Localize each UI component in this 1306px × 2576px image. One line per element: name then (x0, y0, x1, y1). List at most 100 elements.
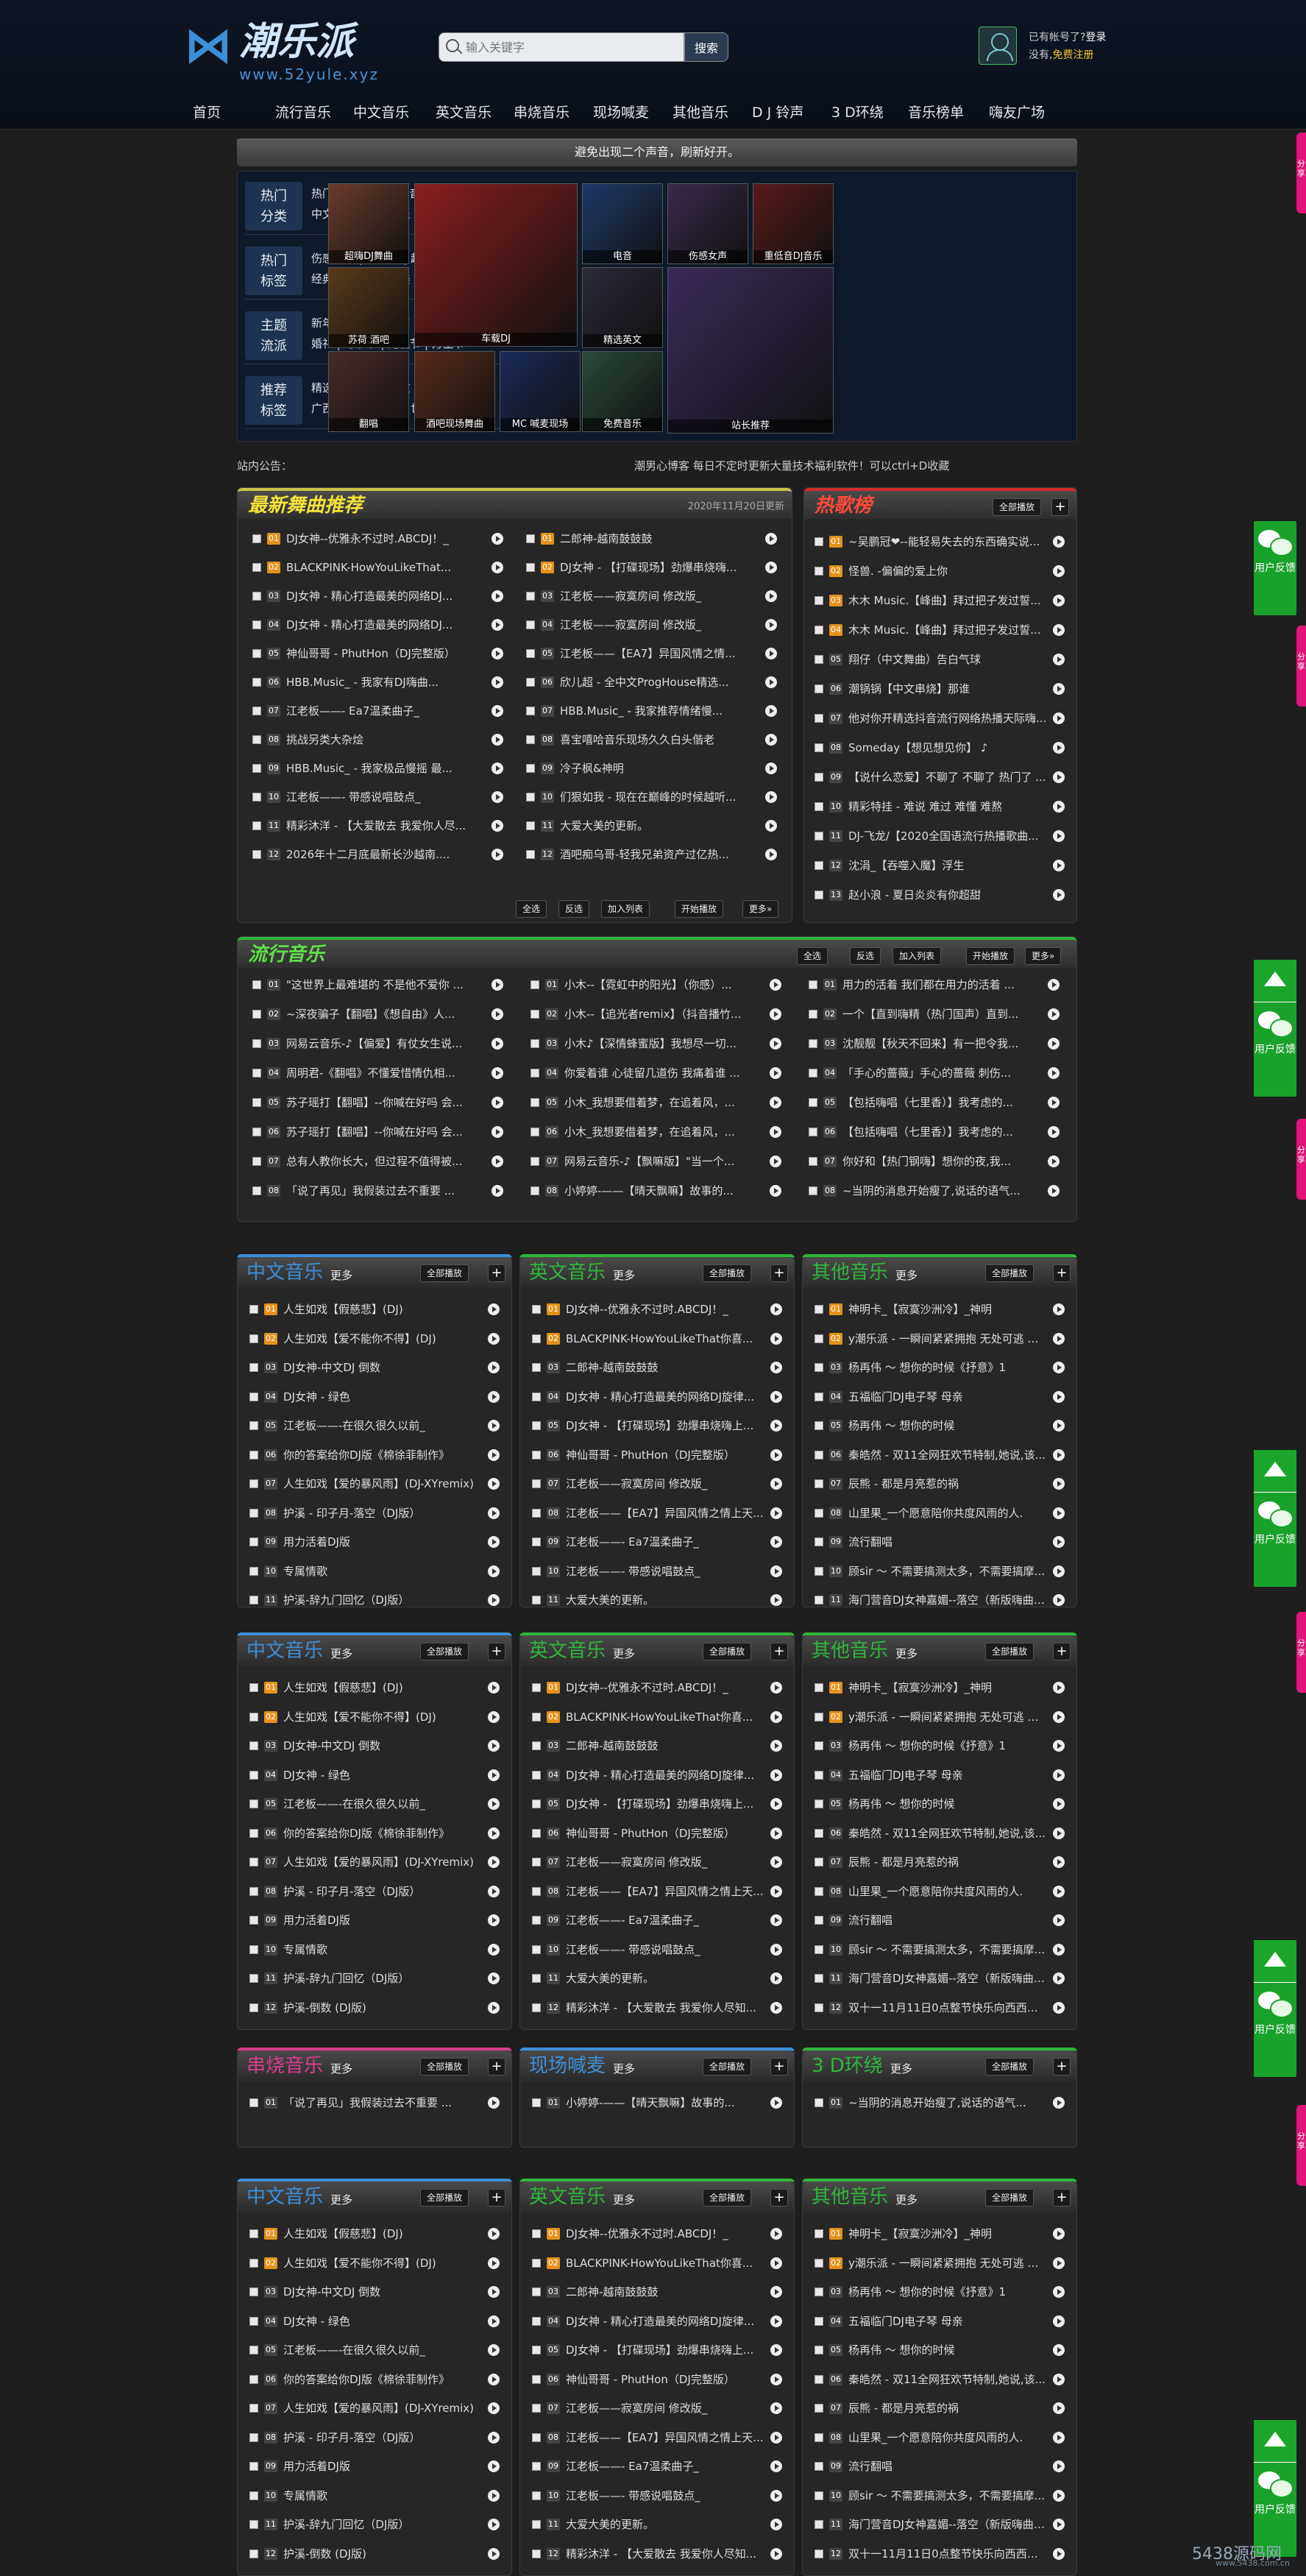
song-title[interactable]: 挑战另类大杂烩 (286, 729, 486, 751)
song-title[interactable]: DJ女神 - 【打碟现场】劲爆串烧嗨上... (566, 2339, 764, 2361)
song-checkbox[interactable] (530, 1186, 539, 1195)
play-icon[interactable] (1053, 1885, 1065, 1897)
song-row[interactable]: 11 海门营音DJ女神嘉媚--落空（新版嗨曲-... (815, 1589, 1068, 1607)
song-checkbox[interactable] (815, 596, 823, 605)
play-icon[interactable] (488, 1478, 500, 1490)
song-checkbox[interactable] (526, 821, 535, 830)
song-checkbox[interactable] (815, 1683, 823, 1692)
section-add[interactable]: + (488, 2058, 505, 2076)
song-row[interactable]: 09 用力活着DJ版 (249, 2455, 503, 2477)
play-icon[interactable] (770, 2402, 782, 2414)
play-icon[interactable] (1053, 860, 1065, 871)
song-checkbox[interactable] (532, 1741, 541, 1750)
song-title[interactable]: 大爱大美的更新。 (566, 2513, 764, 2536)
song-checkbox[interactable] (530, 1128, 539, 1136)
song-checkbox[interactable] (252, 764, 261, 773)
section-title[interactable]: 英文音乐 (529, 2184, 606, 2209)
song-checkbox[interactable] (809, 1069, 817, 1078)
play-icon[interactable] (1053, 1420, 1065, 1432)
song-title[interactable]: 人生如戏【爱的暴风雨】(DJ-XYremix) (283, 1851, 482, 1873)
song-row[interactable]: 04 江老板——寂寞房间 修改版_ (526, 614, 780, 636)
play-icon[interactable] (488, 1827, 500, 1839)
song-row[interactable]: 05 杨再伟 ～ 想你的时候 (815, 1415, 1068, 1437)
song-checkbox[interactable] (815, 1770, 823, 1780)
song-title[interactable]: 杨再伟 ～ 想你的时候 (848, 1793, 1047, 1815)
song-title[interactable]: y潮乐派 - 一瞬间紧紧拥抱 无处可逃 一... (848, 1328, 1047, 1350)
share-tab[interactable]: 分享 (1296, 132, 1306, 213)
song-row[interactable]: 04 DJ女神 - 绿色 (249, 2310, 503, 2332)
song-row[interactable]: 02 y潮乐派 - 一瞬间紧紧拥抱 无处可逃 一... (815, 1328, 1068, 1350)
song-row[interactable]: 12 护溪-倒数 (DJ版) (249, 2543, 503, 2565)
play-icon[interactable] (770, 1914, 782, 1926)
song-title[interactable]: 翔仔（中文舞曲）告白气球 (848, 648, 1047, 670)
song-title[interactable]: 神仙哥哥 - PhutHon（DJ完整版） (286, 643, 486, 665)
album-tile[interactable]: 车载DJ (414, 183, 578, 347)
play-icon[interactable] (1048, 1097, 1060, 1108)
song-checkbox[interactable] (249, 1305, 258, 1314)
song-row[interactable]: 06 欣儿超 - 全中文ProgHouse精选... (526, 671, 780, 693)
register-link[interactable]: 免费注册 (1052, 49, 1093, 61)
song-checkbox[interactable] (532, 1770, 541, 1780)
play-icon[interactable] (770, 1362, 782, 1373)
song-row[interactable]: 07 江老板——寂寞房间 修改版_ (532, 1851, 785, 1873)
song-row[interactable]: 07 HBB.Music_ - 我家推荐情绪慢... (526, 700, 780, 722)
song-title[interactable]: 双十一11月11日0点整节快乐向西西河... (848, 1997, 1047, 2019)
song-row[interactable]: 04 DJ女神 - 精心打造最美的网络DJ旋律... (532, 2310, 785, 2332)
section-title[interactable]: 其他音乐 (812, 1260, 888, 1285)
song-row[interactable]: 04 五福临门DJ电子琴 母亲 (815, 2310, 1068, 2332)
song-row[interactable]: 11 精彩沐洋 - 【大爱散去 我爱你人尽... (252, 815, 506, 837)
play-icon[interactable] (765, 619, 777, 631)
song-checkbox[interactable] (526, 707, 535, 715)
song-row[interactable]: 03 DJ女神-中文DJ 倒数 (249, 1356, 503, 1379)
song-row[interactable]: 11 DJ-飞龙/【2020全国语流行热播歌曲... (815, 825, 1068, 847)
song-title[interactable]: 人生如戏【爱不能你不得】(DJ) (283, 1706, 482, 1728)
song-row[interactable]: 05 DJ女神 - 【打碟现场】劲爆串烧嗨上... (532, 1793, 785, 1815)
song-title[interactable]: 人生如戏【爱的暴风雨】(DJ-XYremix) (283, 2397, 482, 2419)
song-checkbox[interactable] (815, 2404, 823, 2413)
album-tile[interactable]: 超嗨DJ舞曲 (328, 183, 409, 264)
song-checkbox[interactable] (249, 1392, 258, 1401)
song-checkbox[interactable] (815, 1974, 823, 1983)
popular-action-4[interactable]: 更多» (1025, 947, 1062, 965)
play-icon[interactable] (1053, 830, 1065, 842)
song-title[interactable]: y潮乐派 - 一瞬间紧紧拥抱 无处可逃 一... (848, 1706, 1047, 1728)
song-row[interactable]: 03 杨再伟 ～ 想你的时候《抒意》1 (815, 1356, 1068, 1379)
song-row[interactable]: 01 DJ女神--优雅永不过时.ABCDJ！_ (532, 2223, 785, 2245)
play-icon[interactable] (488, 1943, 500, 1956)
song-title[interactable]: 专属情歌 (283, 1939, 482, 1961)
song-checkbox[interactable] (252, 1069, 261, 1078)
song-checkbox[interactable] (532, 1450, 541, 1459)
song-row[interactable]: 04 DJ女神 - 绿色 (249, 1386, 503, 1408)
play-icon[interactable] (1053, 2344, 1065, 2356)
song-title[interactable]: 山里果_一个愿意陪你共度风雨的人. (848, 2427, 1047, 2449)
song-row[interactable]: 07 辰熊 - 都是月亮惹的祸 (815, 1851, 1068, 1873)
song-row[interactable]: 02 小木--【追光者remix】（抖音播竹... (530, 1003, 784, 1025)
song-row[interactable]: 04 木木 Music.【峰曲】拜过把子发过誓... (815, 619, 1068, 641)
song-checkbox[interactable] (809, 1157, 817, 1166)
song-title[interactable]: 江老板——- 带感说唱鼓点_ (286, 786, 486, 808)
song-checkbox[interactable] (815, 2003, 823, 2012)
song-title[interactable]: DJ女神-中文DJ 倒数 (283, 1735, 482, 1757)
song-title[interactable]: 人生如戏【爱不能你不得】(DJ) (283, 2252, 482, 2274)
song-checkbox[interactable] (252, 678, 261, 687)
song-row[interactable]: 08 山里果_一个愿意陪你共度风雨的人. (815, 1502, 1068, 1524)
song-row[interactable]: 06 神仙哥哥 - PhutHon（DJ完整版） (532, 2368, 785, 2391)
song-title[interactable]: DJ女神--优雅永不过时.ABCDJ！_ (566, 1298, 764, 1320)
song-checkbox[interactable] (249, 2491, 258, 2500)
song-title[interactable]: BLACKPINK-HowYouLikeThat你喜... (566, 1328, 764, 1350)
song-row[interactable]: 06 神仙哥哥 - PhutHon（DJ完整版） (532, 1822, 785, 1844)
play-icon[interactable] (1048, 1126, 1060, 1138)
song-checkbox[interactable] (815, 2462, 823, 2471)
song-row[interactable]: 03 沈靓靓【秋天不回来】有一把令我... (809, 1033, 1062, 1055)
song-checkbox[interactable] (815, 655, 823, 664)
song-title[interactable]: 海门营音DJ女神嘉媚--落空（新版嗨曲-... (848, 1589, 1047, 1607)
song-checkbox[interactable] (249, 1479, 258, 1488)
popular-action-0[interactable]: 全选 (797, 947, 828, 965)
song-checkbox[interactable] (815, 1479, 823, 1488)
song-title[interactable]: DJ女神 - 精心打造最美的网络DJ... (286, 614, 486, 636)
song-title[interactable]: 「手心的蔷薇」手心的蔷薇 刺伤... (842, 1062, 1042, 1084)
song-row[interactable]: 02 一个【直到嗨精（热门国声）直到... (809, 1003, 1062, 1025)
section-play-all[interactable]: 全部播放 (985, 2189, 1034, 2207)
song-checkbox[interactable] (530, 980, 539, 989)
song-checkbox[interactable] (532, 1974, 541, 1983)
